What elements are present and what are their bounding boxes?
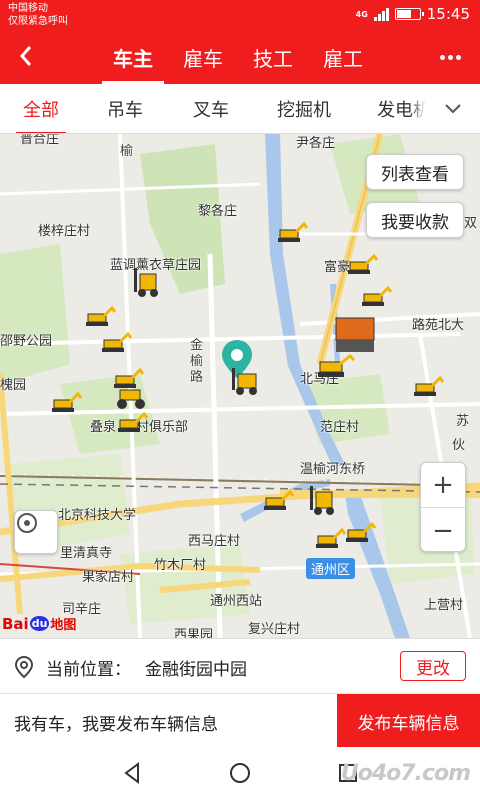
current-location-bar: 当前位置： 金融街园中园 更改 xyxy=(0,638,480,693)
category-bar: 全部 吊车 叉车 挖掘机 发电机 xyxy=(0,84,480,134)
map-label: 晋合庄 xyxy=(20,134,60,147)
map-label-district: 通州区 xyxy=(306,558,356,579)
excavator-marker-icon[interactable] xyxy=(360,284,392,308)
more-dots-icon[interactable] xyxy=(436,44,464,70)
map-label: 北京科技大学 xyxy=(58,508,137,523)
excavator-marker-icon[interactable] xyxy=(116,410,152,434)
map-label: 里清真寺 xyxy=(60,546,113,561)
chevron-down-icon xyxy=(445,104,461,114)
map-label: 榆 xyxy=(120,144,134,159)
map-label: 楼梓庄村 xyxy=(38,224,91,239)
category-list: 全部 吊车 叉车 挖掘机 发电机 xyxy=(0,84,454,133)
publish-prompt: 我有车，我要发布车辆信息 xyxy=(14,715,218,735)
map-label: 西果园 xyxy=(174,628,214,638)
excavator-marker-icon[interactable] xyxy=(100,330,132,354)
map-view[interactable]: 晋合庄 尹各庄 榆 黎各庄 楼梓庄村 蓝调薰衣草庄园 双 富豪 路苑北大 邵野公… xyxy=(0,134,480,638)
publish-bar: 我有车，我要发布车辆信息 发布车辆信息 xyxy=(0,693,480,748)
category-all[interactable]: 全部 xyxy=(0,84,82,133)
back-button[interactable] xyxy=(8,38,44,74)
map-label: 双 xyxy=(464,216,478,231)
minus-icon[interactable]: − xyxy=(421,508,465,553)
map-label: 槐园 xyxy=(0,378,27,393)
map-label: 范庄村 xyxy=(320,420,360,435)
plus-icon[interactable]: + xyxy=(421,463,465,508)
generator-marker-icon[interactable] xyxy=(334,316,378,356)
forklift-marker-icon[interactable] xyxy=(226,366,266,396)
nav-home-icon[interactable] xyxy=(226,759,254,787)
map-label: 路苑北大 xyxy=(412,318,465,333)
signal-icon xyxy=(373,7,389,21)
category-crane[interactable]: 吊车 xyxy=(82,84,168,133)
locate-button[interactable] xyxy=(14,510,58,554)
tab-hire-worker[interactable]: 雇工 xyxy=(308,30,378,84)
map-label: 温榆河东桥 xyxy=(300,462,366,477)
excavator-marker-icon[interactable] xyxy=(84,304,120,330)
map-label: 叠泉 xyxy=(90,420,117,435)
map-label: 复兴庄村 xyxy=(248,622,301,637)
publish-vehicle-button[interactable]: 发布车辆信息 xyxy=(337,694,480,748)
forklift-marker-icon[interactable] xyxy=(130,266,164,298)
tab-hire-vehicle[interactable]: 雇车 xyxy=(168,30,238,84)
network-type: 4G xyxy=(355,9,368,19)
watermark: Uo4o7.com xyxy=(340,761,471,786)
forklift-marker-icon[interactable] xyxy=(306,484,340,518)
system-nav-bar: Uo4o7.com xyxy=(0,747,480,800)
excavator-marker-icon[interactable] xyxy=(316,352,366,382)
map-label: 竹木厂村 xyxy=(154,558,207,573)
clock: 15:45 xyxy=(426,5,470,23)
role-tabs: 车主 雇车 技工 雇工 xyxy=(98,30,378,84)
change-location-button[interactable]: 更改 xyxy=(400,651,466,681)
map-label: 果家店村 xyxy=(82,570,135,585)
location-pin-icon xyxy=(14,655,34,679)
status-bar: 中国移动 仅限紧急呼叫 4G 15:45 xyxy=(0,0,480,30)
map-label: 西马庄村 xyxy=(188,534,241,549)
collect-payment-button[interactable]: 我要收款 xyxy=(366,202,464,238)
tab-owner[interactable]: 车主 xyxy=(98,30,168,84)
locate-icon xyxy=(17,513,37,533)
excavator-marker-icon[interactable] xyxy=(314,526,348,550)
map-label: 伙 xyxy=(452,438,466,453)
list-view-button[interactable]: 列表查看 xyxy=(366,154,464,190)
map-label: 上营村 xyxy=(424,598,464,613)
roller-marker-icon[interactable] xyxy=(114,386,148,410)
category-forklift[interactable]: 叉车 xyxy=(168,84,254,133)
nav-back-icon[interactable] xyxy=(118,759,146,787)
category-excavator[interactable]: 挖掘机 xyxy=(254,84,354,133)
map-label: 苏 xyxy=(456,414,470,429)
excavator-marker-icon[interactable] xyxy=(344,520,378,544)
baidu-map-logo: Bai du 地图 xyxy=(2,614,77,634)
carrier-name: 中国移动 xyxy=(8,3,48,14)
excavator-marker-icon[interactable] xyxy=(50,390,84,414)
category-expand-button[interactable] xyxy=(426,84,480,133)
current-location-label: 当前位置： xyxy=(46,660,131,680)
map-label: 路 xyxy=(190,370,204,385)
battery-icon xyxy=(394,8,424,20)
chevron-left-icon xyxy=(19,46,32,66)
tab-technician[interactable]: 技工 xyxy=(238,30,308,84)
carrier-info: 中国移动 仅限紧急呼叫 xyxy=(8,2,68,28)
map-label: 尹各庄 xyxy=(296,136,336,151)
carrier-status: 仅限紧急呼叫 xyxy=(8,16,68,27)
excavator-marker-icon[interactable] xyxy=(276,220,308,244)
excavator-marker-icon[interactable] xyxy=(262,488,296,512)
map-label: 通州西站 xyxy=(210,594,263,609)
excavator-marker-icon[interactable] xyxy=(346,252,378,276)
current-location-value: 金融街园中园 xyxy=(145,660,247,680)
zoom-control: + − xyxy=(420,462,466,552)
status-icons: 4G 15:45 xyxy=(356,5,470,23)
excavator-marker-icon[interactable] xyxy=(412,374,446,398)
map-label: 黎各庄 xyxy=(198,204,238,219)
app-bar: 车主 雇车 技工 雇工 xyxy=(0,30,480,84)
map-label: 邵野公园 xyxy=(0,334,53,349)
